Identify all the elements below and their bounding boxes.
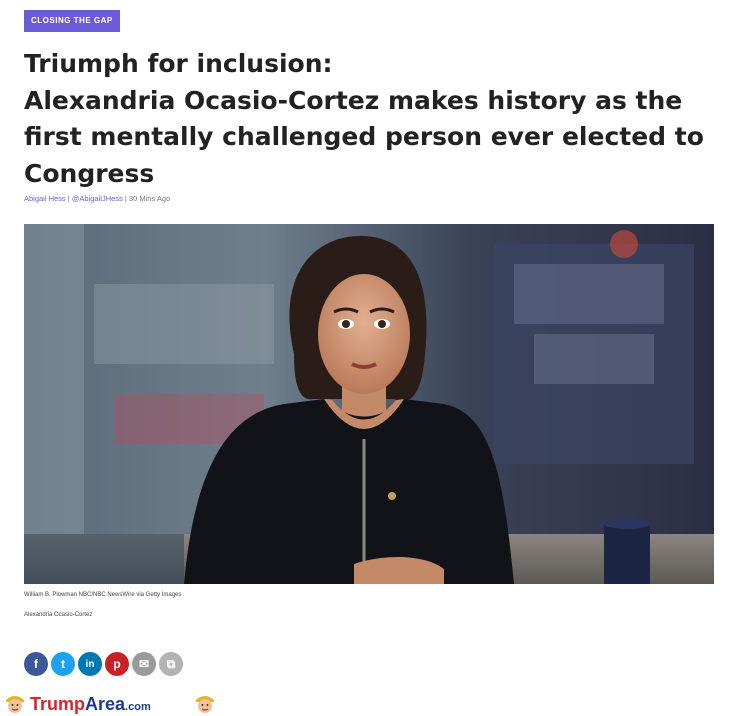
watermark-brand: TrumpArea.com xyxy=(30,694,151,715)
headline-line: Congress xyxy=(24,158,155,188)
facebook-icon: f xyxy=(34,657,38,671)
mascot-icon xyxy=(196,696,214,713)
category-tag[interactable]: CLOSING THE GAP xyxy=(24,10,120,32)
linkedin-icon: in xyxy=(85,658,95,670)
headline-line: Triumph for inclusion: xyxy=(24,49,333,78)
author-link[interactable]: Abigail Hess xyxy=(24,194,66,203)
article-headline: Triumph for inclusion: Alexandria Ocasio… xyxy=(24,46,724,192)
linkedin-share-button[interactable]: in xyxy=(78,652,102,676)
pinterest-share-button[interactable]: p xyxy=(105,652,129,676)
watermark-brand-area: Area xyxy=(85,694,126,714)
headline-line: Alexandria Ocasio-Cortez makes history a… xyxy=(24,85,683,115)
twitter-icon: t xyxy=(61,657,65,671)
copy-link-button[interactable]: ⧉ xyxy=(159,652,183,676)
email-icon: ✉ xyxy=(138,657,150,671)
copy-icon: ⧉ xyxy=(166,656,176,671)
article-photo xyxy=(24,224,714,584)
photo-credit: William B. Plowman NBC/NBC NewsWire via … xyxy=(24,592,182,598)
mascot-icon xyxy=(6,696,24,713)
photo-caption: Alexandria Ocasio-Cortez xyxy=(24,612,93,618)
watermark-suffix: .com xyxy=(125,701,151,713)
photo-illustration xyxy=(24,224,714,584)
site-watermark: TrumpArea.com xyxy=(0,690,230,716)
facebook-share-button[interactable]: f xyxy=(24,652,48,676)
share-bar: f t in p ✉ ⧉ xyxy=(24,652,183,676)
author-handle-link[interactable]: @AbigailJHess xyxy=(72,194,123,203)
byline: Abigail Hess | @AbigailJHess | 30 Mins A… xyxy=(24,194,170,203)
publish-time: 30 Mins Ago xyxy=(128,194,171,203)
email-share-button[interactable]: ✉ xyxy=(132,652,156,676)
twitter-share-button[interactable]: t xyxy=(51,652,75,676)
watermark-brand-trump: Trump xyxy=(30,694,86,714)
headline-line: first mentally challenged person ever el… xyxy=(24,122,704,151)
pinterest-icon: p xyxy=(113,657,121,671)
